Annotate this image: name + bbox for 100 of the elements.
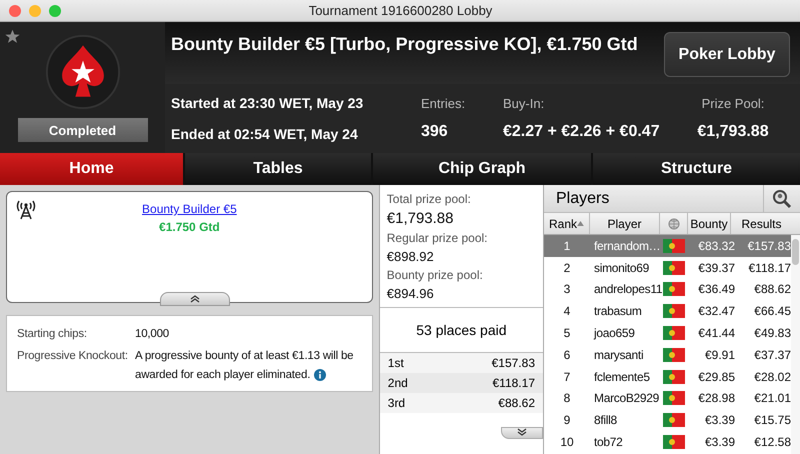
- payout-amount: €157.83: [492, 356, 535, 370]
- bounty-cell-text: €28.98: [697, 391, 735, 406]
- start-time: Started at 23:30 WET, May 23: [171, 95, 364, 112]
- result-cell-text: €49.83: [753, 326, 791, 340]
- stat-value: €1,793.88: [697, 123, 769, 141]
- scrollbar[interactable]: [791, 235, 800, 454]
- payout-place: 1st: [388, 356, 404, 370]
- rank-cell-text: 7: [562, 370, 572, 384]
- result-cell-text: €157.83: [746, 238, 791, 253]
- column-header[interactable]: Bounty: [688, 213, 731, 234]
- flag-icon: [663, 304, 685, 318]
- collapse-tab[interactable]: [160, 292, 230, 306]
- player-row[interactable]: 9 8fill8 €3.39 €15.75: [544, 409, 791, 432]
- player-row[interactable]: 1 fernandom… €83.32 €157.83: [544, 235, 791, 257]
- result-cell-text: €118.17: [748, 260, 791, 275]
- payout-amount: €118.17: [492, 376, 535, 390]
- player-cell-text: andrelopes11: [593, 282, 660, 296]
- pool-label: Bounty prize pool:: [386, 268, 484, 282]
- window-title: Tournament 1916600280 Lobby: [308, 3, 494, 18]
- detail-value: 10,000: [135, 327, 169, 342]
- status-ribbon: Completed: [18, 118, 148, 142]
- result-cell-text: €66.45: [753, 304, 791, 318]
- flag-icon: [663, 326, 685, 340]
- result-cell-text: €21.01: [753, 391, 791, 406]
- chevrons-down-icon: [517, 428, 527, 436]
- player-row[interactable]: 3 andrelopes11 €36.49 €88.62: [544, 278, 791, 300]
- tournament-name: Bounty Builder €5 [Turbo, Progressive KO], €1.750 Gtd: [171, 34, 638, 56]
- rank-cell-text: 4: [562, 304, 572, 318]
- tab[interactable]: Home: [0, 153, 183, 185]
- player-row[interactable]: 8 MarcoB2929 €28.98 €21.01: [544, 388, 791, 410]
- flag-icon: [663, 282, 685, 296]
- flag-icon: [663, 391, 685, 406]
- bounty-cell-text: €3.39: [704, 413, 735, 428]
- player-cell-text: joao659: [592, 326, 636, 340]
- globe-icon[interactable]: [668, 218, 680, 230]
- pool-label: Total prize pool:: [386, 192, 472, 206]
- detail-value: A progressive bounty of at least €1.13 will be awarded for each player eliminated.: [135, 349, 354, 383]
- chevrons-up-icon: [190, 295, 200, 303]
- result-cell-text: €15.75: [753, 413, 791, 428]
- spade-logo-icon: [44, 34, 120, 110]
- bounty-cell-text: €32.47: [697, 304, 735, 318]
- player-cell-text: tob72: [593, 435, 624, 450]
- player-cell-text: fclemente5: [593, 370, 651, 384]
- column-header[interactable]: Results: [731, 213, 792, 234]
- bounty-cell-text: €39.37: [697, 260, 735, 275]
- result-cell-text: €12.58: [753, 435, 791, 450]
- bounty-cell-text: €83.32: [697, 238, 735, 253]
- player-cell-text: marysanti: [593, 348, 644, 362]
- bounty-cell-text: €9.91: [704, 348, 735, 362]
- rank-cell-text: 3: [562, 282, 572, 296]
- payout-place: 2nd: [388, 376, 408, 390]
- flag-icon: [663, 348, 685, 362]
- end-time: Ended at 02:54 WET, May 24: [171, 126, 359, 142]
- payout-amount: €88.62: [498, 396, 535, 410]
- player-row[interactable]: 4 trabasum €32.47 €66.45: [544, 300, 791, 322]
- broadcast-tower-icon: [16, 200, 36, 220]
- result-cell-text: €88.62: [753, 282, 791, 296]
- sort-arrow-icon: [577, 221, 584, 226]
- pool-value: €1,793.88: [386, 210, 454, 227]
- stat-label: Prize Pool:: [702, 96, 764, 111]
- player-row[interactable]: 7 fclemente5 €29.85 €28.02: [544, 366, 791, 388]
- player-row[interactable]: 2 simonito69 €39.37 €118.17: [544, 256, 791, 279]
- player-row[interactable]: 6 marysanti €9.91 €37.37: [544, 344, 791, 366]
- pool-value: €894.96: [386, 286, 435, 301]
- bounty-cell-text: €29.85: [697, 370, 735, 384]
- tournament-link[interactable]: Bounty Builder €5: [142, 202, 237, 216]
- player-row[interactable]: 5 joao659 €41.44 €49.83: [544, 322, 791, 344]
- stat-label: Entries:: [421, 96, 466, 111]
- flag-icon: [663, 435, 685, 450]
- poker-lobby-button[interactable]: Poker Lobby: [664, 32, 790, 77]
- player-cell-text: 8fill8: [593, 413, 618, 428]
- guarantee-text: €1.750 Gtd: [159, 220, 220, 234]
- player-cell-text: fernandom…: [593, 238, 660, 253]
- player-row[interactable]: 10 tob72 €3.39 €12.58: [544, 431, 791, 453]
- stat-label: Buy-In:: [503, 96, 546, 111]
- expand-tab[interactable]: [501, 427, 543, 439]
- flag-icon: [663, 238, 685, 253]
- column-header[interactable]: Player: [590, 213, 660, 234]
- result-cell-text: €37.37: [753, 348, 791, 362]
- search-icon: [772, 188, 792, 208]
- player-cell-text: trabasum: [593, 304, 643, 318]
- player-cell-text: simonito69: [593, 260, 650, 275]
- flag-icon: [663, 413, 685, 428]
- stat-value: 396: [421, 123, 448, 141]
- bounty-cell-text: €3.39: [704, 435, 735, 450]
- info-icon[interactable]: [314, 368, 326, 381]
- flag-icon: [663, 370, 685, 384]
- close-button[interactable]: [9, 4, 21, 16]
- result-cell-text: €28.02: [753, 370, 791, 384]
- pool-label: Regular prize pool:: [386, 231, 488, 245]
- bounty-cell-text: €36.49: [697, 282, 735, 296]
- rank-cell-text: 10: [559, 435, 575, 450]
- rank-cell-text: 2: [562, 260, 572, 275]
- payout-place: 3rd: [388, 396, 406, 410]
- rank-cell-text: 8: [562, 391, 572, 406]
- star-icon[interactable]: [5, 29, 20, 44]
- pool-value: €898.92: [386, 249, 435, 264]
- players-title: Players: [555, 190, 610, 208]
- column-header[interactable]: Rank: [544, 213, 590, 234]
- stat-value: €2.27 + €2.26 + €0.47: [503, 123, 661, 141]
